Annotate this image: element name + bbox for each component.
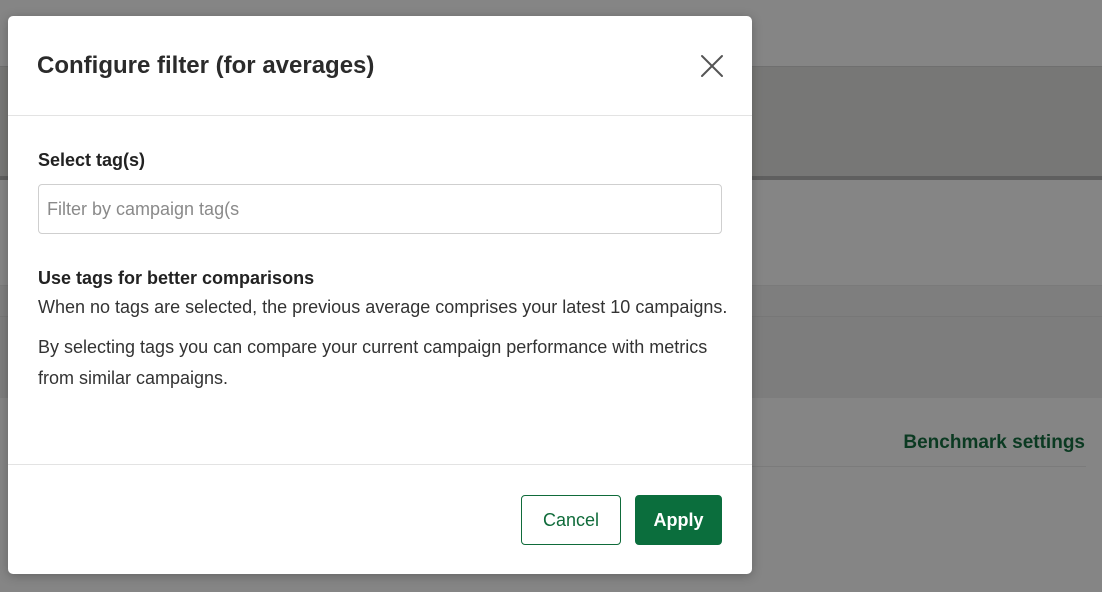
dialog-body: Select tag(s) Use tags for better compar… — [8, 116, 752, 394]
info-paragraph: When no tags are selected, the previous … — [38, 297, 728, 317]
background-divider — [752, 466, 1086, 467]
tag-filter-input[interactable] — [38, 184, 722, 234]
info-paragraph: By selecting tags you can compare your c… — [38, 337, 708, 388]
apply-button[interactable]: Apply — [635, 495, 722, 545]
dialog-header: Configure filter (for averages) — [8, 16, 752, 116]
dialog-title: Configure filter (for averages) — [37, 52, 375, 79]
benchmark-settings-link[interactable]: Benchmark settings — [903, 432, 1085, 454]
select-tags-label: Select tag(s) — [38, 150, 146, 170]
dialog-footer: Cancel Apply — [8, 464, 752, 574]
configure-filter-dialog: Configure filter (for averages) Select t… — [8, 16, 752, 574]
close-button[interactable] — [700, 54, 724, 78]
info-heading: Use tags for better comparisons — [38, 268, 315, 288]
cancel-button[interactable]: Cancel — [521, 495, 621, 545]
close-icon — [701, 55, 723, 77]
